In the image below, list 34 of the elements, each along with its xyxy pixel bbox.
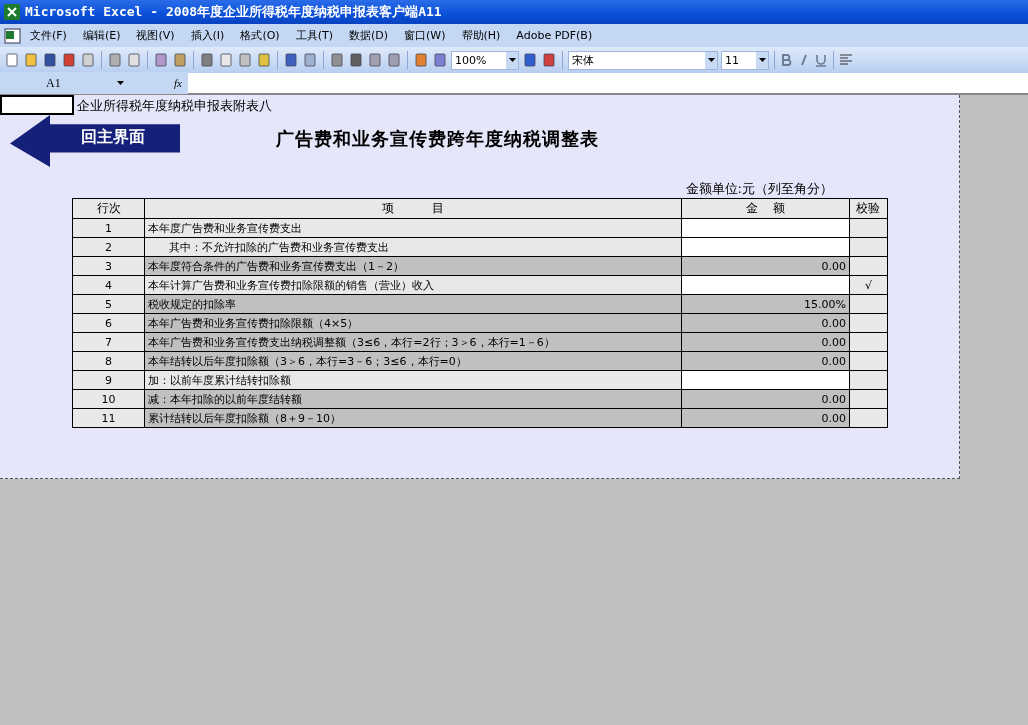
menu-item[interactable]: 窗口(W) bbox=[396, 28, 454, 43]
column-header: 金 额 bbox=[681, 198, 850, 219]
font-combo[interactable]: 宋体 bbox=[568, 50, 718, 70]
sheet-caption: 企业所得税年度纳税申报表附表八 bbox=[76, 97, 272, 115]
back-arrow-button[interactable]: 回主界面 bbox=[10, 115, 180, 167]
table-title: 广告费和业务宣传费跨年度纳税调整表 bbox=[276, 127, 599, 151]
dropdown-arrow-icon[interactable] bbox=[117, 81, 124, 85]
function-button[interactable]: fx bbox=[130, 72, 188, 94]
workbook-icon[interactable] bbox=[4, 27, 22, 44]
dropdown-arrow-icon[interactable] bbox=[508, 58, 516, 62]
column-header: 校验 bbox=[849, 198, 888, 219]
unit-note: 金额单位:元（列至角分） bbox=[685, 180, 833, 198]
underline-icon[interactable] bbox=[814, 53, 828, 67]
menu-item[interactable]: Adobe PDF(B) bbox=[508, 29, 601, 42]
menu-item[interactable]: 文件(F) bbox=[22, 28, 75, 43]
excel-logo-icon bbox=[4, 4, 20, 20]
column-header: 行次 bbox=[72, 198, 145, 219]
bold-icon[interactable] bbox=[780, 53, 794, 67]
menu-item[interactable]: 格式(O) bbox=[232, 28, 288, 43]
font-size-combo[interactable]: 11 bbox=[721, 50, 769, 70]
menu-item[interactable]: 编辑(E) bbox=[74, 28, 129, 43]
selected-cell[interactable] bbox=[0, 95, 74, 115]
column-header: 项 目 bbox=[144, 198, 682, 219]
menu-item[interactable]: 工具(T) bbox=[287, 28, 341, 43]
dropdown-arrow-icon[interactable] bbox=[758, 58, 766, 62]
menu-item[interactable]: 帮助(H) bbox=[453, 28, 509, 43]
align-left-icon[interactable] bbox=[839, 53, 853, 67]
dropdown-arrow-icon[interactable] bbox=[707, 58, 715, 62]
window-title: Microsoft Excel - 2008年度企业所得税年度纳税申报表客户端A11 bbox=[25, 3, 442, 21]
zoom-combo[interactable]: 100% bbox=[451, 50, 519, 70]
menu-item[interactable]: 插入(I) bbox=[182, 28, 233, 43]
name-box[interactable]: A1 bbox=[0, 72, 130, 94]
menu-item[interactable]: 视图(V) bbox=[128, 28, 183, 43]
menu-item[interactable]: 数据(D) bbox=[340, 28, 397, 43]
